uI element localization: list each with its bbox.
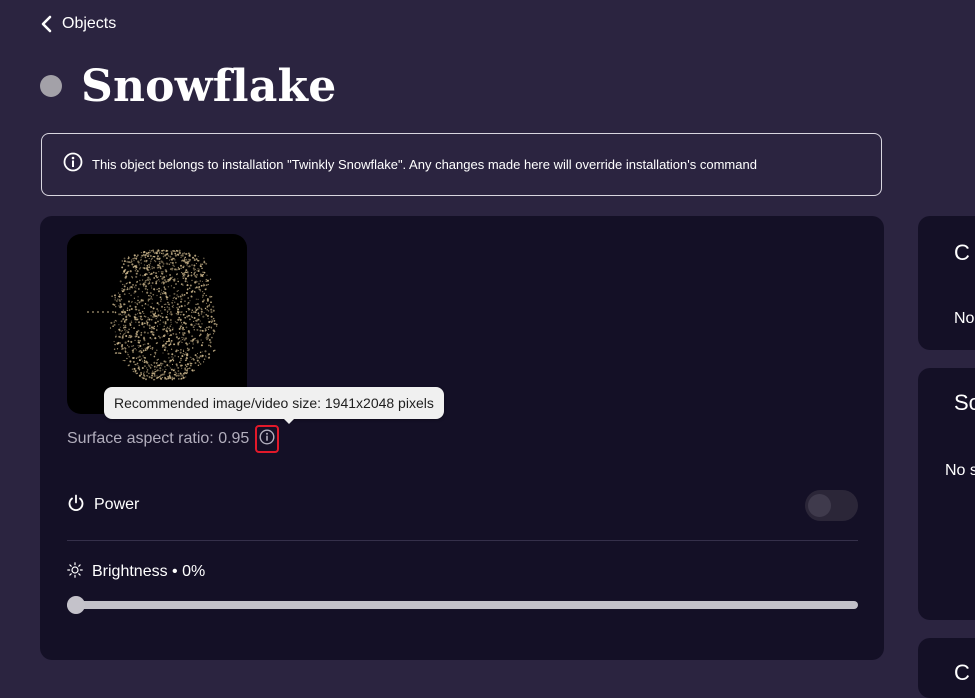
- surface-aspect-label: Surface aspect ratio: 0.95: [67, 430, 250, 447]
- back-link-label: Objects: [62, 15, 117, 32]
- power-toggle-knob: [808, 494, 831, 517]
- image-size-tooltip: Recommended image/video size: 1941x2048 …: [104, 387, 444, 424]
- side-card-1-heading: C: [954, 240, 970, 265]
- side-card-2-heading: Sc: [954, 390, 975, 415]
- back-to-objects-link[interactable]: Objects: [40, 12, 116, 36]
- sun-icon: [67, 561, 83, 583]
- aspect-info-button[interactable]: [255, 425, 280, 453]
- page-title: Snowflake: [81, 60, 337, 112]
- brightness-row: Brightness • 0%: [67, 560, 205, 584]
- brightness-slider-thumb[interactable]: [67, 596, 85, 614]
- divider: [67, 540, 858, 541]
- power-row: Power: [67, 488, 858, 522]
- object-settings-card: Surface aspect ratio: 0.95 Recommended i…: [40, 216, 884, 660]
- side-card-3: C: [918, 638, 975, 698]
- side-card-2: Sc No s: [918, 368, 975, 620]
- power-label: Power: [94, 496, 140, 513]
- brightness-label: Brightness • 0%: [92, 563, 206, 580]
- chevron-left-icon: [40, 15, 52, 33]
- status-dot: [40, 75, 62, 97]
- brightness-slider[interactable]: [67, 596, 858, 614]
- side-card-2-text: No s: [945, 462, 975, 479]
- info-circle-icon: [259, 428, 275, 450]
- power-icon: [67, 494, 85, 517]
- side-card-1-text: No: [954, 310, 975, 327]
- power-toggle[interactable]: [805, 490, 858, 521]
- surface-aspect-row: Surface aspect ratio: 0.95: [67, 424, 280, 454]
- installation-notice: This object belongs to installation "Twi…: [41, 133, 882, 196]
- notice-text: This object belongs to installation "Twi…: [92, 157, 757, 172]
- side-card-1: C No: [918, 216, 975, 350]
- info-circle-icon: [63, 152, 83, 177]
- brightness-slider-track: [67, 601, 858, 609]
- side-card-3-heading: C: [954, 660, 970, 685]
- page-header: Snowflake: [40, 58, 336, 114]
